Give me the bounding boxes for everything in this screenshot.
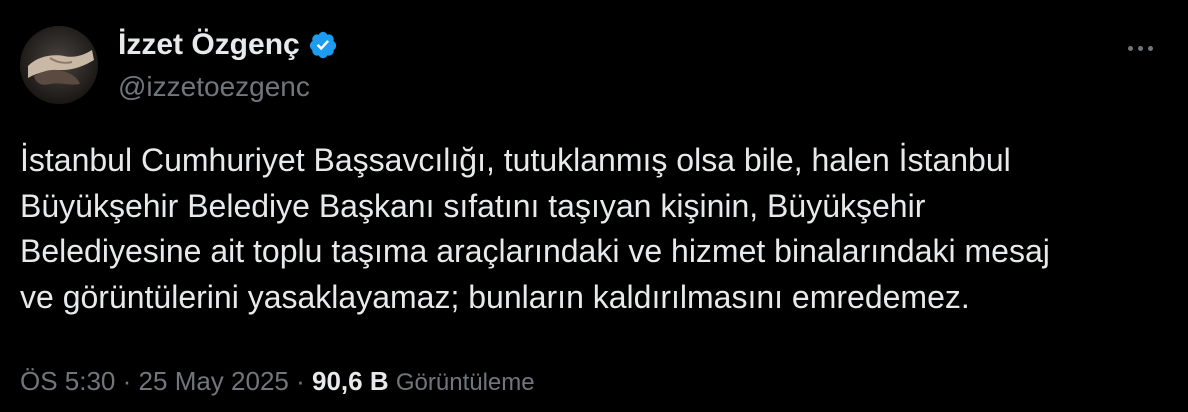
views-count: 90,6 B <box>312 366 389 396</box>
tweet-text-line: ve görüntülerini yasaklayamaz; bunların … <box>20 278 970 315</box>
author-display-name[interactable]: İzzet Özgenç <box>118 27 300 63</box>
tweet-text: İstanbul Cumhuriyet Başsavcılığı, tutukl… <box>20 138 1168 320</box>
more-options-button[interactable] <box>1116 30 1164 66</box>
tweet-card: İzzet Özgenç @izzetoezgenc İstanbul Cumh… <box>0 0 1188 412</box>
views-link[interactable]: 90,6 B Görüntüleme <box>312 366 535 396</box>
views-label: Görüntüleme <box>395 369 535 396</box>
tweet-text-line: Belediyesine ait toplu taşıma araçlarınd… <box>20 233 1050 269</box>
more-horizontal-icon <box>1127 45 1153 51</box>
author-name-row: İzzet Özgenç <box>118 27 338 63</box>
author-handle[interactable]: @izzetoezgenc <box>118 70 310 104</box>
tweet-timestamp-link[interactable]: ÖS 5:30 · 25 May 2025 <box>20 366 289 396</box>
verified-badge-icon[interactable] <box>308 30 338 60</box>
tweet-time: ÖS 5:30 <box>20 366 116 396</box>
tweet-date: 25 May 2025 <box>138 366 289 396</box>
tweet-text-line: Büyükşehir Belediye Başkanı sıfatını taş… <box>20 187 926 224</box>
tweet-text-line: İstanbul Cumhuriyet Başsavcılığı, tutukl… <box>20 142 1011 178</box>
meta-separator: · <box>296 366 305 396</box>
avatar[interactable] <box>20 26 98 104</box>
meta-separator: · <box>122 366 132 396</box>
tweet-meta: ÖS 5:30 · 25 May 2025 · 90,6 B Görüntüle… <box>20 364 535 400</box>
avatar-image <box>20 26 98 104</box>
